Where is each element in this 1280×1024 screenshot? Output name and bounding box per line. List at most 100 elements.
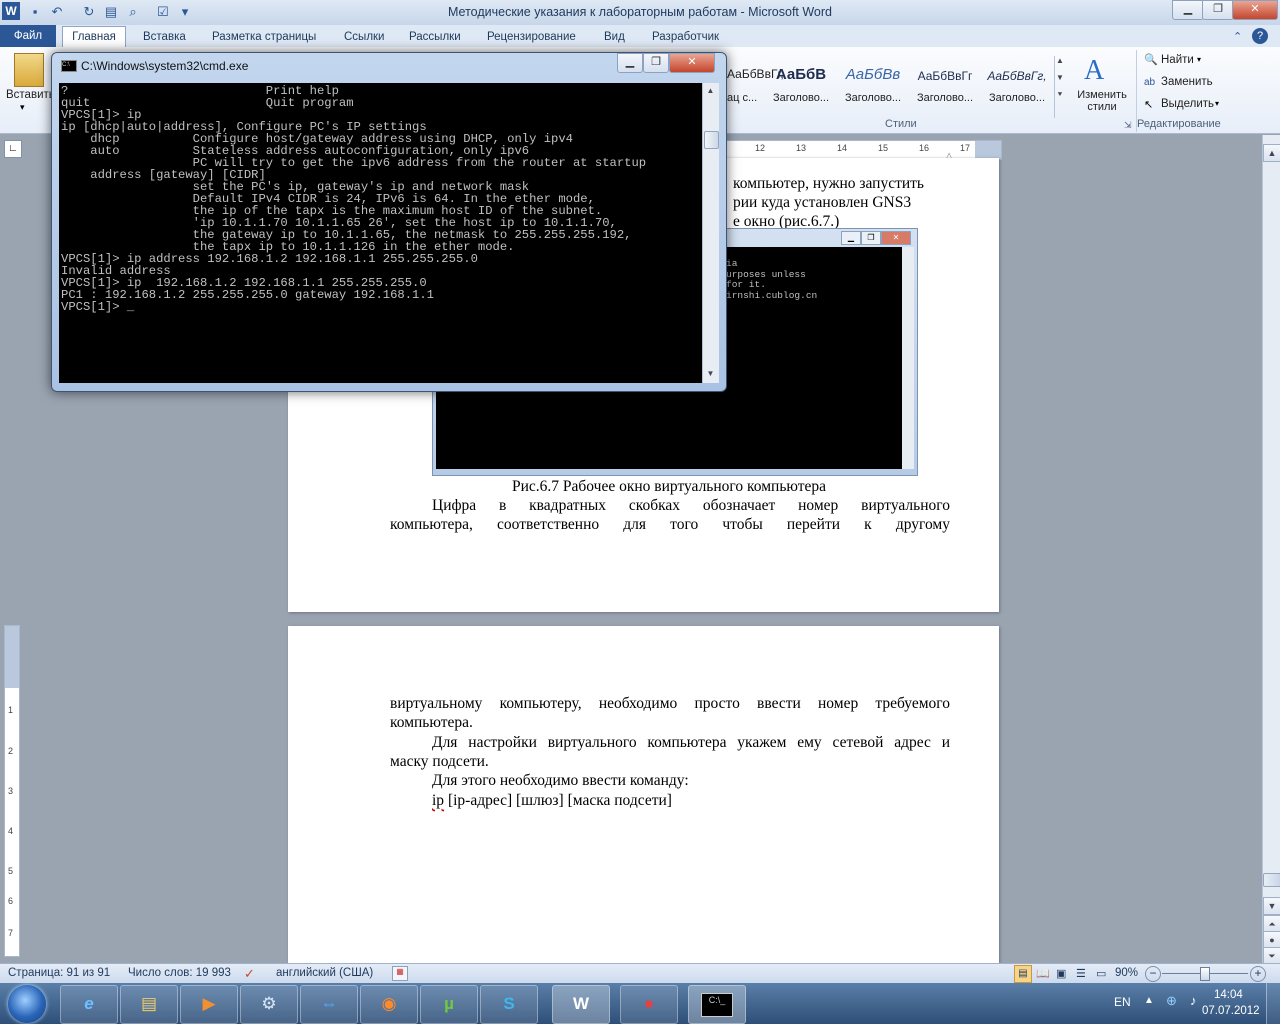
vruler-mark: 7	[8, 928, 14, 938]
close-button[interactable]: ✕	[1232, 0, 1278, 20]
find-dropdown-icon[interactable]: ▾	[1197, 55, 1201, 64]
cmd-close-button[interactable]: ✕	[669, 53, 715, 73]
scroll-down-button[interactable]: ▼	[1263, 897, 1280, 915]
tab-file[interactable]: Файл	[0, 25, 56, 47]
ruler-mark: 15	[878, 143, 889, 153]
paste-dropdown-icon[interactable]: ▾	[20, 102, 25, 113]
print-layout-view-icon[interactable]: ▤	[1014, 965, 1032, 983]
ruler-mark: 16	[919, 143, 930, 153]
style-heading-1[interactable]: АаБбВ Заголово...	[766, 60, 836, 115]
firefox-icon[interactable]: ◉	[360, 985, 418, 1024]
help-icon[interactable]: ?	[1252, 28, 1268, 44]
cmd-maximize-button[interactable]: ❐	[643, 53, 669, 73]
style-partial-label[interactable]: ац с...	[727, 92, 757, 104]
tab-references[interactable]: Ссылки	[344, 28, 385, 47]
replace-button[interactable]: Заменить	[1161, 76, 1213, 88]
cmd-scrollbar[interactable]: ▲ ▼	[702, 83, 719, 383]
ruler-mark: 14	[837, 143, 848, 153]
internet-explorer-icon[interactable]: e	[60, 985, 118, 1024]
style-label: Заголово...	[916, 92, 974, 104]
cmd-minimize-button[interactable]: ▁	[617, 53, 643, 73]
tab-developer[interactable]: Разработчик	[652, 28, 719, 47]
tab-page-layout[interactable]: Разметка страницы	[212, 28, 316, 47]
skype-icon[interactable]: S	[480, 985, 538, 1024]
figure-console-scrollbar	[902, 247, 914, 469]
teamviewer-icon[interactable]: ⇔	[300, 985, 358, 1024]
style-heading-4[interactable]: АаБбВвГг, Заголово...	[982, 60, 1052, 115]
style-heading-3[interactable]: АаБбВвГг Заголово...	[910, 60, 980, 115]
scrollbar-thumb[interactable]	[1263, 873, 1280, 887]
web-layout-icon[interactable]: ▣	[1056, 967, 1066, 980]
network-status-icon[interactable]: ⊕	[1166, 993, 1177, 1009]
tab-review[interactable]: Рецензирование	[487, 28, 576, 47]
tab-view[interactable]: Вид	[604, 28, 625, 47]
file-explorer-icon[interactable]: ▤	[120, 985, 178, 1024]
select-dropdown-icon[interactable]: ▾	[1215, 99, 1219, 108]
console-line: PC1 : 192.168.1.2 255.255.255.0 gateway …	[61, 288, 434, 302]
cmd-scroll-down-button[interactable]: ▼	[704, 367, 717, 381]
change-styles-icon[interactable]: A	[1084, 55, 1104, 87]
zoom-out-button[interactable]: −	[1145, 966, 1161, 982]
dynamips-icon[interactable]: ●	[620, 985, 678, 1024]
vertical-scrollbar[interactable]: ▲ ▼ ⏶ ● ⏷	[1262, 135, 1280, 965]
cmd-window[interactable]: C:\ C:\Windows\system32\cmd.exe ▁ ❐ ✕ ? …	[51, 52, 727, 392]
vruler-mark: 5	[8, 866, 14, 876]
command-keyword: ip	[432, 792, 445, 809]
start-button[interactable]	[8, 985, 46, 1023]
styles-dialog-launcher-icon[interactable]: ⇲	[1124, 120, 1132, 131]
word-taskbar-icon[interactable]: W	[552, 985, 610, 1024]
network-tool-icon[interactable]: ⚙	[240, 985, 298, 1024]
media-player-icon[interactable]: ▶	[180, 985, 238, 1024]
zoom-level[interactable]: 90%	[1115, 967, 1138, 979]
show-hidden-icons-icon[interactable]: ▲	[1144, 995, 1154, 1006]
style-heading-2[interactable]: АаБбВв Заголово...	[838, 60, 908, 115]
tab-mailings[interactable]: Рассылки	[409, 28, 461, 47]
tab-insert[interactable]: Вставка	[143, 28, 186, 47]
select-icon[interactable]: ↖	[1144, 98, 1153, 111]
cmd-taskbar-icon[interactable]: C:\_	[688, 985, 746, 1024]
word-count[interactable]: Число слов: 19 993	[128, 967, 231, 979]
tab-home[interactable]: Главная	[62, 26, 126, 48]
styles-scroll[interactable]: ▲ ▼ ⯆	[1054, 56, 1065, 118]
word-titlebar: W ▪ ↶ ↻ ▤ ⌕ ☑ ▾ Методические указания к …	[0, 0, 1280, 25]
macro-record-icon[interactable]: ▦	[392, 966, 408, 981]
find-button[interactable]: Найти	[1161, 54, 1194, 66]
style-label: Заголово...	[844, 92, 902, 104]
replace-icon[interactable]: ab	[1144, 77, 1155, 88]
cmd-scroll-up-button[interactable]: ▲	[704, 84, 717, 98]
collapse-ribbon-icon[interactable]: ⌃	[1233, 30, 1242, 43]
cmd-window-title: C:\Windows\system32\cmd.exe	[81, 59, 249, 73]
paste-icon[interactable]	[14, 53, 44, 87]
vertical-ruler[interactable]: 1 2 3 4 5 6 7	[4, 625, 20, 957]
scroll-up-button[interactable]: ▲	[1263, 144, 1280, 162]
change-styles-button[interactable]: Изменить стили	[1073, 89, 1131, 113]
clock-date[interactable]: 07.07.2012	[1202, 1005, 1260, 1017]
cmd-window-icon[interactable]: C:\	[61, 60, 77, 72]
maximize-button[interactable]: ❐	[1202, 0, 1234, 20]
cmd-console[interactable]: ? Print help quit Quit program VPCS[1]> ip…	[59, 83, 702, 383]
utorrent-icon[interactable]: µ	[420, 985, 478, 1024]
zoom-in-button[interactable]: +	[1250, 966, 1266, 982]
show-desktop-button[interactable]	[1266, 983, 1280, 1024]
zoom-slider-thumb[interactable]	[1200, 967, 1210, 981]
paste-button[interactable]: Вставить	[6, 89, 55, 101]
page-count[interactable]: Страница: 91 из 91	[8, 967, 110, 979]
cmd-scrollbar-thumb[interactable]	[704, 131, 719, 149]
draft-view-icon[interactable]: ▭	[1096, 967, 1106, 980]
outline-view-icon[interactable]: ☰	[1076, 967, 1086, 980]
full-screen-reading-icon[interactable]: 📖	[1036, 967, 1050, 980]
proofing-icon[interactable]: ✓	[244, 966, 255, 982]
window-title: Методические указания к лабораторным раб…	[448, 5, 832, 19]
volume-icon[interactable]: ♪	[1190, 993, 1197, 1008]
page2-paragraph-1-line-2: компьютера.	[390, 714, 473, 731]
find-icon[interactable]: 🔍	[1144, 53, 1158, 66]
tab-selector[interactable]: ∟	[4, 140, 22, 158]
select-button[interactable]: Выделить	[1161, 98, 1214, 110]
language-indicator[interactable]: английский (США)	[276, 967, 373, 979]
input-language[interactable]: EN	[1114, 995, 1131, 1009]
vruler-mark: 4	[8, 826, 14, 836]
minimize-button[interactable]: ▁	[1172, 0, 1204, 20]
ruler-right-margin	[975, 141, 1001, 159]
vruler-top-margin	[5, 626, 19, 688]
clock-time[interactable]: 14:04	[1214, 989, 1243, 1001]
